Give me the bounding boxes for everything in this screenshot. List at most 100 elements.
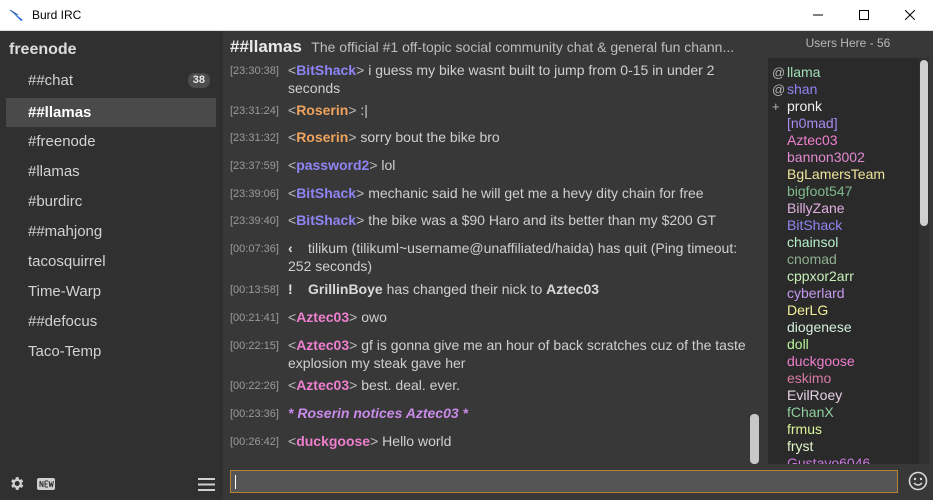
user-list-item[interactable]: bigfoot547 [772,183,852,200]
user-list-item[interactable]: bannon3002 [772,149,865,166]
channel-label: #burdirc [28,193,83,210]
timestamp: [00:21:41] [230,312,279,324]
new-badge-icon[interactable] [37,478,55,490]
user-nick: fChanX [787,404,834,420]
user-nick: BgLamersTeam [787,166,886,182]
user-list-item[interactable]: DerLG [772,302,828,319]
user-list-item[interactable]: fChanX [772,404,834,421]
user-list-item[interactable]: cnomad [772,251,837,268]
nick[interactable]: Roserin [296,102,348,118]
user-nick: DerLG [787,302,829,318]
user-nick: bannon3002 [787,149,865,165]
sidebar-item-chat[interactable]: ##chat 38 [6,66,216,95]
minimize-icon [813,14,823,16]
network-name[interactable]: freenode [9,41,77,59]
user-list-item[interactable]: duckgoose [772,353,855,370]
sidebar-item-time-warp[interactable]: Time-Warp [6,277,216,306]
user-nick: pronk [787,98,823,114]
menu-icon[interactable] [198,478,215,491]
message-text: :| [360,102,368,118]
sidebar-item-freenode[interactable]: #freenode [6,127,216,156]
sidebar-item-taco-temp[interactable]: Taco-Temp [6,337,216,366]
user-list-item[interactable]: Gustavo6046 [772,455,870,464]
message-text: best. deal. ever. [361,377,461,393]
sidebar-item-mahjong[interactable]: ##mahjong [6,217,216,246]
timestamp: [23:31:32] [230,132,279,144]
nick[interactable]: Aztec03 [546,281,599,297]
message-text: the bike was a $90 Haro and its better t… [368,212,717,228]
user-list-item[interactable]: [n0mad] [772,115,838,132]
user-list-item[interactable]: cppxor2arr [772,268,854,285]
message-scrollbar[interactable] [750,414,759,464]
timestamp: [23:39:40] [230,215,279,227]
emoji-icon[interactable] [908,471,928,491]
message-input[interactable] [230,470,898,493]
user-scrollbar[interactable] [920,60,928,226]
maximize-button[interactable] [841,0,887,30]
message-list[interactable]: [23:30:38] <BitShack> i guess my bike wa… [230,59,750,464]
sidebar-item-llamas-active[interactable]: ##llamas [6,98,216,127]
user-list[interactable]: @ llama @ shan + pronk [n0mad] Aztec03 bannon300… [768,58,919,464]
sidebar-item-tacosquirrel[interactable]: tacosquirrel [6,247,216,276]
nick[interactable]: BitShack [296,212,356,228]
sidebar-item-llamas[interactable]: #llamas [6,157,216,186]
close-icon [905,10,915,20]
message-text: Hello world [382,433,452,449]
sidebar-item-burdirc[interactable]: #burdirc [6,187,216,216]
message-text: mechanic said he will get me a hevy dity… [368,185,704,201]
text-caret [235,475,236,489]
user-nick: diogenese [787,319,852,335]
user-list-item[interactable]: eskimo [772,370,831,387]
user-nick: EvilRoey [787,387,843,403]
nick[interactable]: Aztec03 [296,377,349,393]
feather-icon [9,9,23,21]
close-button[interactable] [887,0,933,30]
user-list-item[interactable]: @ llama [772,64,820,81]
user-list-item[interactable]: BgLamersTeam [772,166,885,183]
user-list-item[interactable]: doll [772,336,809,353]
quit-icon: ‹ [288,240,293,256]
user-nick: cppxor2arr [787,268,854,284]
nick[interactable]: GrillinBoye [308,281,383,297]
user-list-item[interactable]: + pronk [772,98,822,115]
users-count: Users Here - 56 [805,36,891,50]
user-list-item[interactable]: Aztec03 [772,132,838,149]
minimize-button[interactable] [795,0,841,30]
user-nick: frmus [787,421,822,437]
user-list-item[interactable]: EvilRoey [772,387,842,404]
nick[interactable]: Aztec03 [296,337,349,353]
gear-icon[interactable] [8,475,25,492]
user-list-item[interactable]: BillyZane [772,200,845,217]
nick[interactable]: BitShack [296,185,356,201]
nick[interactable]: BitShack [296,62,356,78]
user-list-item[interactable]: @ shan [772,81,817,98]
user-nick: shan [787,81,818,97]
nick[interactable]: password2 [296,157,369,173]
user-list-item[interactable]: frmus [772,421,822,438]
channel-label: Time-Warp [28,283,102,300]
channel-label: ##chat [28,72,74,89]
sidebar: freenode ##chat 38 ##llamas #freenode #l… [0,31,223,500]
sidebar-item-defocus[interactable]: ##defocus [6,307,216,336]
notice-icon: ! [288,281,293,297]
channel-label: Taco-Temp [28,343,102,360]
timestamp: [00:26:42] [230,436,279,448]
user-list-item[interactable]: BitShack [772,217,842,234]
nick[interactable]: Aztec03 [296,309,349,325]
user-list-item[interactable]: chainsol [772,234,838,251]
sidebar-toolbar [0,468,223,500]
nick[interactable]: Roserin [296,129,348,145]
message-text: tilikum (tilikuml~username@unaffiliated/… [288,240,738,274]
user-nick: BillyZane [787,200,845,216]
timestamp: [00:22:26] [230,380,279,392]
user-list-item[interactable]: diogenese [772,319,852,336]
user-prefix: + [772,99,780,114]
user-list-item[interactable]: fryst [772,438,813,455]
nick[interactable]: duckgoose [296,433,370,449]
user-prefix: @ [772,82,786,97]
user-list-item[interactable]: cyberlard [772,285,845,302]
user-nick: fryst [787,438,814,454]
user-nick: doll [787,336,809,352]
timestamp: [00:13:58] [230,284,279,296]
user-nick: cyberlard [787,285,845,301]
